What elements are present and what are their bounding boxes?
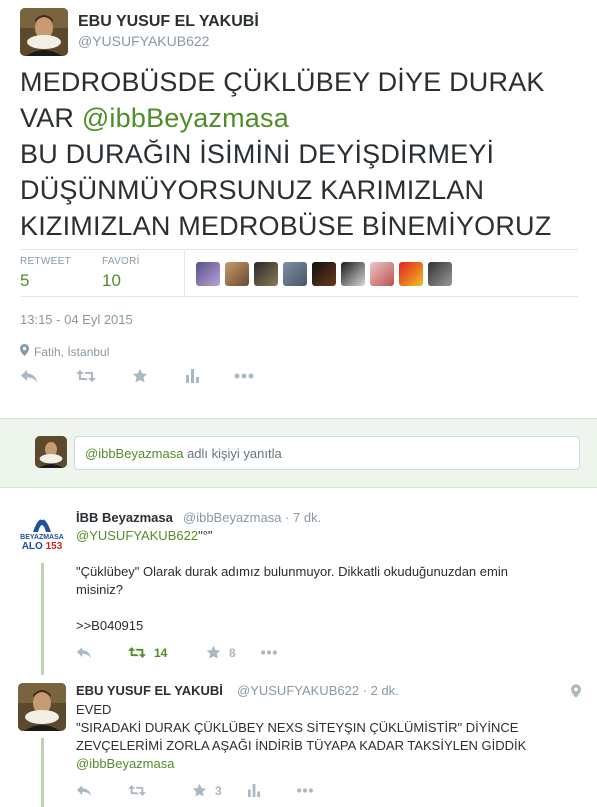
author-name[interactable]: EBU YUSUF EL YAKUBİ <box>78 13 259 31</box>
tweet-text: MEDROBÜSDE ÇÜKLÜBEY DİYE DURAK VAR @ibbB… <box>20 64 590 244</box>
favorite-count: 8 <box>229 645 236 660</box>
ibb-emblem-icon <box>33 516 51 532</box>
reply-author-avatar[interactable] <box>18 683 66 731</box>
location-label: Fatih, İstanbul <box>34 344 110 359</box>
reply-text-line: misiniz? <box>76 582 123 597</box>
favoriter-avatar[interactable] <box>254 262 278 286</box>
thread-connector <box>41 563 44 675</box>
retweet-icon <box>128 646 146 659</box>
more-button[interactable] <box>234 373 254 379</box>
favoriter-avatar[interactable] <box>341 262 365 286</box>
logo-alo: ALO <box>21 541 43 552</box>
star-icon <box>192 783 207 798</box>
favoriter-avatar[interactable] <box>283 262 307 286</box>
more-icon <box>234 373 254 379</box>
favoriter-avatar[interactable] <box>196 262 220 286</box>
favorite-stat-count: 10 <box>102 271 121 290</box>
reply-text-segment: "°" <box>198 528 213 543</box>
more-icon <box>296 788 314 793</box>
current-user-avatar <box>35 436 67 468</box>
location-pin-icon <box>20 344 29 359</box>
retweet-button[interactable]: 14 <box>128 646 206 660</box>
tweet-text-line: DÜŞÜNMÜYORSUNUZ KARIMIZLAN <box>20 175 485 205</box>
star-icon <box>206 645 221 660</box>
reply-icon <box>76 646 92 659</box>
retweet-stat[interactable]: RETWEET 5 <box>20 256 71 291</box>
reply-text-line: ZEVÇELERİMİ ZORLA AŞAĞI İNDİRİB TÜYAPA K… <box>76 738 527 753</box>
favoriter-avatar[interactable] <box>312 262 336 286</box>
star-icon <box>132 368 148 384</box>
main-tweet-actions <box>20 368 254 384</box>
reply-author-name[interactable]: İBB Beyazmasa <box>76 510 173 525</box>
reply-text-line: >>B040915 <box>76 618 144 633</box>
favorite-count: 3 <box>215 783 222 798</box>
reply-meta[interactable]: @YUSUFYAKUB622 · 2 dk. <box>237 683 399 698</box>
bar-chart-icon <box>248 784 261 797</box>
more-icon <box>260 650 278 655</box>
favoriter-avatar[interactable] <box>225 262 249 286</box>
reply-icon <box>76 784 92 797</box>
mention-link[interactable]: @ibbBeyazmasa <box>82 103 289 133</box>
tweet-text-line: MEDROBÜSDE ÇÜKLÜBEY DİYE DURAK <box>20 67 545 97</box>
favoriter-avatar[interactable] <box>428 262 452 286</box>
analytics-button[interactable] <box>186 369 234 383</box>
reply-meta[interactable]: @ibbBeyazmasa · 7 dk. <box>183 510 321 525</box>
retweet-count: 14 <box>154 645 168 660</box>
tweet-text-line: BU DURAĞIN İSİMİNİ DEYİŞDİRMEYİ <box>20 139 495 169</box>
favorite-stat[interactable]: FAVORİ 10 <box>102 256 140 291</box>
reply-input-mention: @ibbBeyazmasa <box>85 446 184 461</box>
favorite-stat-label: FAVORİ <box>102 256 140 267</box>
reply-input[interactable]: @ibbBeyazmasa adlı kişiyi yanıtla <box>74 436 580 470</box>
reply-button[interactable] <box>76 646 128 659</box>
favorite-button[interactable]: 8 <box>206 645 260 660</box>
author-handle[interactable]: @YUSUFYAKUB622 <box>78 33 209 49</box>
favoriter-avatars <box>196 262 452 286</box>
reply-input-placeholder: adlı kişiyi yanıtla <box>183 446 282 461</box>
tweet-timestamp[interactable]: 13:15 - 04 Eyl 2015 <box>20 312 133 327</box>
thread-connector <box>41 738 44 807</box>
bar-chart-icon <box>186 369 200 383</box>
logo-number: ALO 153 <box>22 541 63 552</box>
favoriter-avatar[interactable] <box>370 262 394 286</box>
reply-text-line: "Çüklübey" Olarak durak adımız bulunmuyo… <box>76 564 508 579</box>
retweet-icon <box>128 784 146 797</box>
retweet-stat-count: 5 <box>20 271 30 290</box>
reply-text: EVED "SIRADAKİ DURAK ÇÜKLÜBEY NEXS SİTEY… <box>76 701 586 773</box>
mention-link[interactable]: @ibbBeyazmasa <box>76 755 586 773</box>
reply-icon <box>20 369 38 383</box>
main-tweet: EBU YUSUF EL YAKUBİ @YUSUFYAKUB622 MEDRO… <box>0 0 597 418</box>
favorite-button[interactable]: 3 <box>192 783 248 798</box>
mention-link[interactable]: @YUSUFYAKUB622 <box>76 528 198 543</box>
reply2-actions: 3 <box>76 783 314 798</box>
reply-composer: @ibbBeyazmasa adlı kişiyi yanıtla <box>0 418 597 488</box>
retweet-stat-label: RETWEET <box>20 256 71 267</box>
author-avatar[interactable] <box>20 8 68 56</box>
tweet-location[interactable]: Fatih, İstanbul <box>20 344 109 359</box>
reply1-actions: 14 8 <box>76 645 278 660</box>
reply-text-line: EVED <box>76 702 112 717</box>
favorite-button[interactable] <box>132 368 186 384</box>
retweet-button[interactable] <box>76 369 132 383</box>
ibb-logo-avatar[interactable]: BEYAZMASA ALO 153 <box>18 512 66 558</box>
reply-text: "Çüklübey" Olarak durak adımız bulunmuyo… <box>76 563 546 599</box>
reply-button[interactable] <box>20 369 76 383</box>
tweet-text-line: VAR @ibbBeyazmasa <box>20 100 590 136</box>
more-button[interactable] <box>260 650 278 655</box>
logo-153: 153 <box>45 541 63 552</box>
divider <box>20 296 578 297</box>
tweet-text-segment: VAR <box>20 103 82 133</box>
analytics-button[interactable] <box>248 784 296 797</box>
reply-text-line: "SIRADAKİ DURAK ÇÜKLÜBEY NEXS SİTEYŞIN Ç… <box>76 720 519 735</box>
retweet-button[interactable] <box>128 784 192 797</box>
divider <box>20 249 578 250</box>
reply-mention-line: @YUSUFYAKUB622"°" <box>76 527 213 545</box>
logo-text: BEYAZMASA <box>20 534 64 541</box>
retweet-icon <box>76 369 96 383</box>
divider <box>184 250 185 296</box>
favoriter-avatar[interactable] <box>399 262 423 286</box>
tweet-text-line: KIZIMIZLAN MEDROBÜSE BİNEMİYORUZ <box>20 211 552 241</box>
reply-author-name[interactable]: EBU YUSUF EL YAKUBİ <box>76 683 223 698</box>
reply-button[interactable] <box>76 784 128 797</box>
more-button[interactable] <box>296 788 314 793</box>
